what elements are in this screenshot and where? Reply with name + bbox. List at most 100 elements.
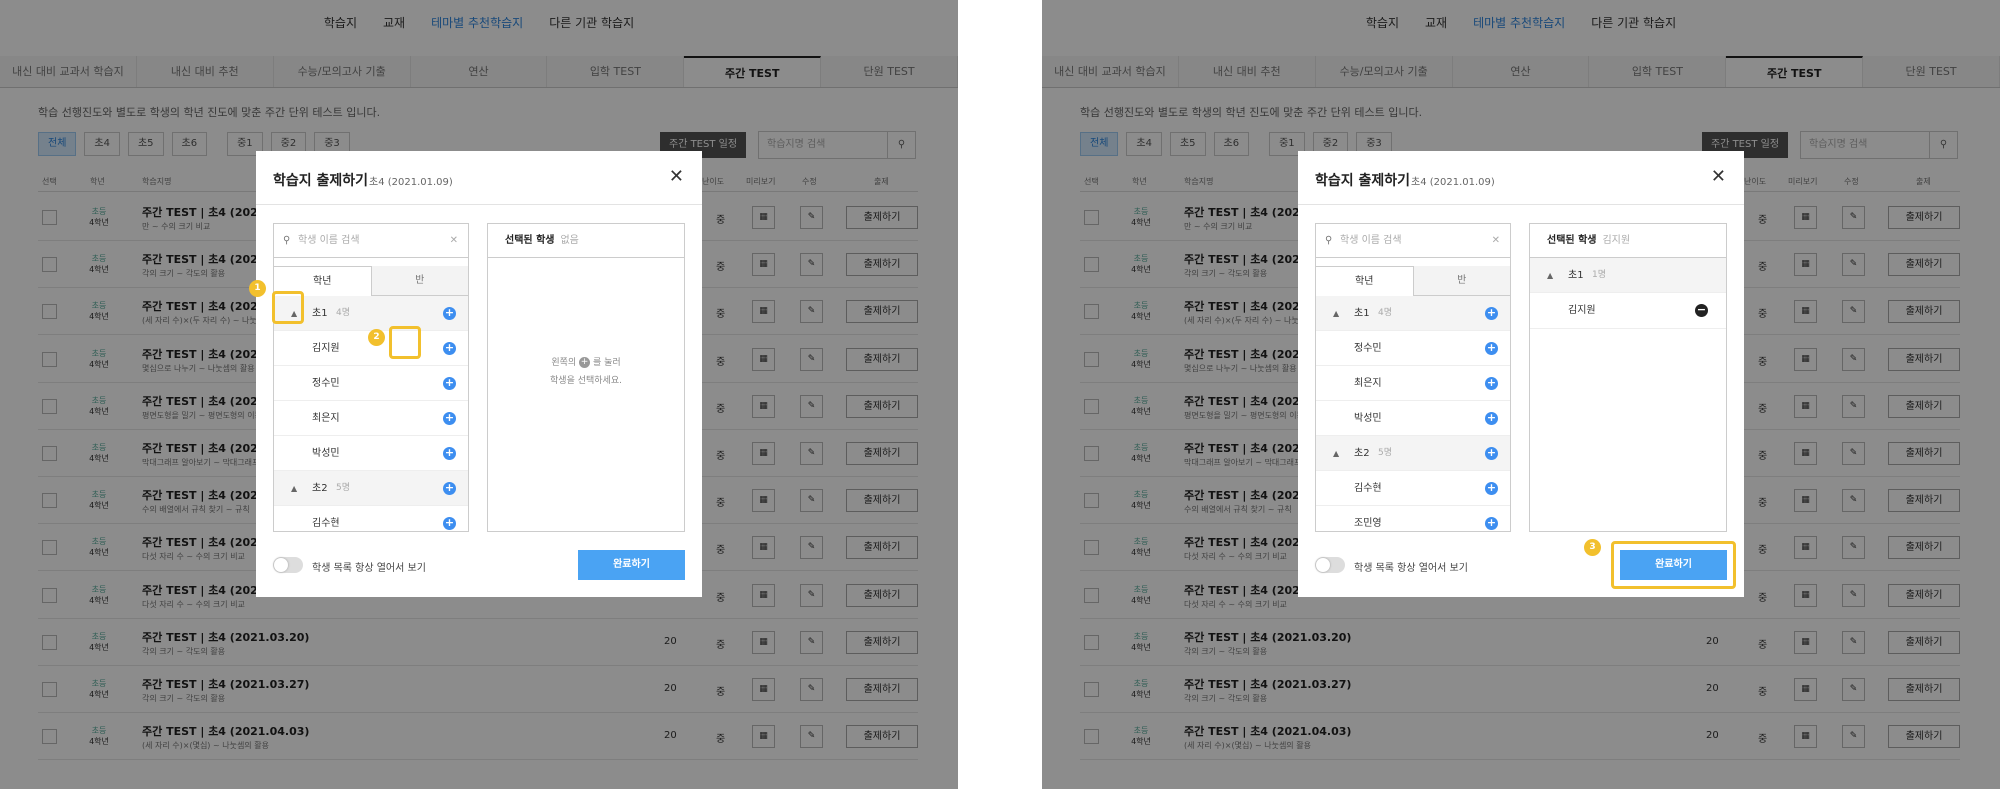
group-count: 1명 (1592, 270, 1607, 280)
add-student-icon[interactable]: + (1485, 377, 1498, 390)
group-count: 4명 (336, 308, 351, 318)
grade-group[interactable]: ▲ 초2 5명 + (274, 471, 468, 506)
add-student-icon[interactable]: + (1485, 482, 1498, 495)
right-screenshot: 학습지 교재 테마별 추천학습지 다른 기관 학습지 내신 대비 교과서 학습지 내신 대… (1042, 0, 2000, 789)
always-open-toggle[interactable] (1315, 557, 1345, 573)
selected-label: 선택된 학생 (1547, 235, 1597, 246)
student-item[interactable]: 박성민 + (1316, 401, 1510, 436)
modal-title: 학습지 출제하기 (1315, 173, 1411, 189)
remove-student-icon[interactable]: − (1695, 304, 1708, 317)
student-item[interactable]: 조민영 + (1316, 506, 1510, 531)
search-icon: ⚲ (1325, 235, 1333, 246)
selected-count: 김지원 (1602, 235, 1631, 246)
selected-group[interactable]: ▲ 초1 1명 (1530, 258, 1726, 293)
add-group-icon[interactable]: + (443, 482, 456, 495)
add-student-icon[interactable]: + (1485, 412, 1498, 425)
student-name: 정수민 (312, 378, 340, 389)
selected-list: ▲ 초1 1명 김지원 − (1530, 258, 1726, 329)
tab-grade[interactable]: 학년 (1316, 266, 1414, 296)
student-name: 김수현 (312, 518, 340, 529)
selected-student-item[interactable]: 김지원 − (1530, 293, 1726, 329)
student-item[interactable]: 김수현 + (1316, 471, 1510, 506)
left-screenshot: 학습지 교재 테마별 추천학습지 다른 기관 학습지 내신 대비 교과서 학습지 내신 대… (0, 0, 958, 789)
modal-header: 학습지 출제하기 초4 (2021.01.09) ✕ (256, 151, 702, 205)
student-item[interactable]: 최은지 + (1316, 366, 1510, 401)
student-name: 조민영 (1354, 518, 1382, 529)
highlight-box (1611, 541, 1736, 589)
group-name: 초1 (1354, 308, 1370, 319)
student-item[interactable]: 박성민 + (274, 436, 468, 471)
selected-students-panel: 선택된 학생 김지원 ▲ 초1 1명 김지원 − (1529, 223, 1727, 532)
toggle-label: 학생 목록 항상 열어서 보기 (312, 563, 426, 574)
collapse-arrow-icon[interactable]: ▲ (1547, 258, 1553, 293)
grade-class-tabs: 학년 반 (1316, 266, 1510, 296)
add-student-icon[interactable]: + (443, 377, 456, 390)
grade-group[interactable]: ▲ 초2 5명 + (1316, 436, 1510, 471)
student-item[interactable]: 정수민 + (274, 366, 468, 401)
empty-hint: 왼쪽의 + 를 눌러 학생을 선택하세요. (550, 357, 622, 386)
group-name: 초2 (1354, 448, 1370, 459)
add-group-icon[interactable]: + (1485, 307, 1498, 320)
tab-class[interactable]: 반 (1413, 266, 1510, 296)
collapse-arrow-icon[interactable]: ▲ (1333, 436, 1339, 471)
step-badge: 3 (1584, 539, 1601, 556)
add-group-icon[interactable]: + (1485, 447, 1498, 460)
student-name: 최은지 (1354, 378, 1382, 389)
add-group-icon[interactable]: + (443, 307, 456, 320)
student-search-input[interactable]: ⚲ 학생 이름 검색 ✕ (1316, 224, 1510, 258)
add-student-icon[interactable]: + (1485, 342, 1498, 355)
add-student-icon[interactable]: + (443, 412, 456, 425)
student-list: ▲ 초1 4명 + 정수민 + 최은지 + 박성민 + ▲ 초2 5명 + 김수… (1316, 296, 1510, 531)
student-item[interactable]: 김수현 + (274, 506, 468, 531)
add-student-icon[interactable]: + (443, 342, 456, 355)
group-name: 초1 (1568, 270, 1584, 281)
student-picker: ⚲ 학생 이름 검색 ✕ 학년 반 ▲ 초1 4명 + 정수민 + 최은지 + … (1315, 223, 1511, 532)
student-name: 김지원 (1568, 305, 1596, 316)
publish-modal: 학습지 출제하기 초4 (2021.01.09) ✕ ⚲ 학생 이름 검색 ✕ … (249, 151, 702, 597)
student-search-placeholder: 학생 이름 검색 (298, 235, 360, 246)
student-name: 최은지 (312, 413, 340, 424)
selected-students-panel: 선택된 학생 없음 왼쪽의 + 를 눌러 학생을 선택하세요. (487, 223, 685, 532)
modal-subtitle: 초4 (2021.01.09) (369, 177, 453, 188)
selected-label: 선택된 학생 (505, 235, 555, 246)
selected-header: 선택된 학생 없음 (488, 224, 684, 258)
group-name: 초1 (312, 308, 328, 319)
collapse-arrow-icon[interactable]: ▲ (1333, 296, 1339, 331)
student-item[interactable]: 최은지 + (274, 401, 468, 436)
add-student-icon[interactable]: + (443, 447, 456, 460)
student-picker: ⚲ 학생 이름 검색 ✕ 학년 반 ▲ 초1 4명 + 김지원 + 정수민 + … (273, 223, 469, 532)
add-student-icon[interactable]: + (443, 517, 456, 530)
highlight-box (389, 326, 421, 359)
step-badge: 1 (249, 280, 266, 297)
student-search-placeholder: 학생 이름 검색 (1340, 235, 1402, 246)
student-item[interactable]: 정수민 + (1316, 331, 1510, 366)
always-open-toggle[interactable] (273, 557, 303, 573)
modal-subtitle: 초4 (2021.01.09) (1411, 177, 1495, 188)
publish-modal: 학습지 출제하기 초4 (2021.01.09) ✕ ⚲ 학생 이름 검색 ✕ … (1298, 151, 1744, 597)
modal-header: 학습지 출제하기 초4 (2021.01.09) ✕ (1298, 151, 1744, 205)
grade-group[interactable]: ▲ 초1 4명 + (1316, 296, 1510, 331)
highlight-box (272, 291, 304, 324)
tab-class[interactable]: 반 (371, 266, 468, 296)
toggle-label: 학생 목록 항상 열어서 보기 (1354, 563, 1468, 574)
close-icon[interactable]: ✕ (669, 166, 684, 187)
student-name: 정수민 (1354, 343, 1382, 354)
student-name: 박성민 (1354, 413, 1382, 424)
collapse-arrow-icon[interactable]: ▲ (291, 471, 297, 506)
clear-icon[interactable]: ✕ (1492, 224, 1500, 258)
student-search-input[interactable]: ⚲ 학생 이름 검색 ✕ (274, 224, 468, 258)
close-icon[interactable]: ✕ (1711, 166, 1726, 187)
group-count: 5명 (1378, 448, 1393, 458)
group-count: 5명 (336, 483, 351, 493)
group-count: 4명 (1378, 308, 1393, 318)
add-student-icon[interactable]: + (1485, 517, 1498, 530)
plus-icon: + (579, 357, 591, 368)
modal-title: 학습지 출제하기 (273, 173, 369, 189)
step-badge: 2 (368, 329, 385, 346)
clear-icon[interactable]: ✕ (450, 224, 458, 258)
student-name: 김지원 (312, 343, 340, 354)
done-button[interactable]: 완료하기 (578, 550, 685, 580)
student-name: 김수현 (1354, 483, 1382, 494)
selected-count: 없음 (560, 235, 579, 246)
student-name: 박성민 (312, 448, 340, 459)
